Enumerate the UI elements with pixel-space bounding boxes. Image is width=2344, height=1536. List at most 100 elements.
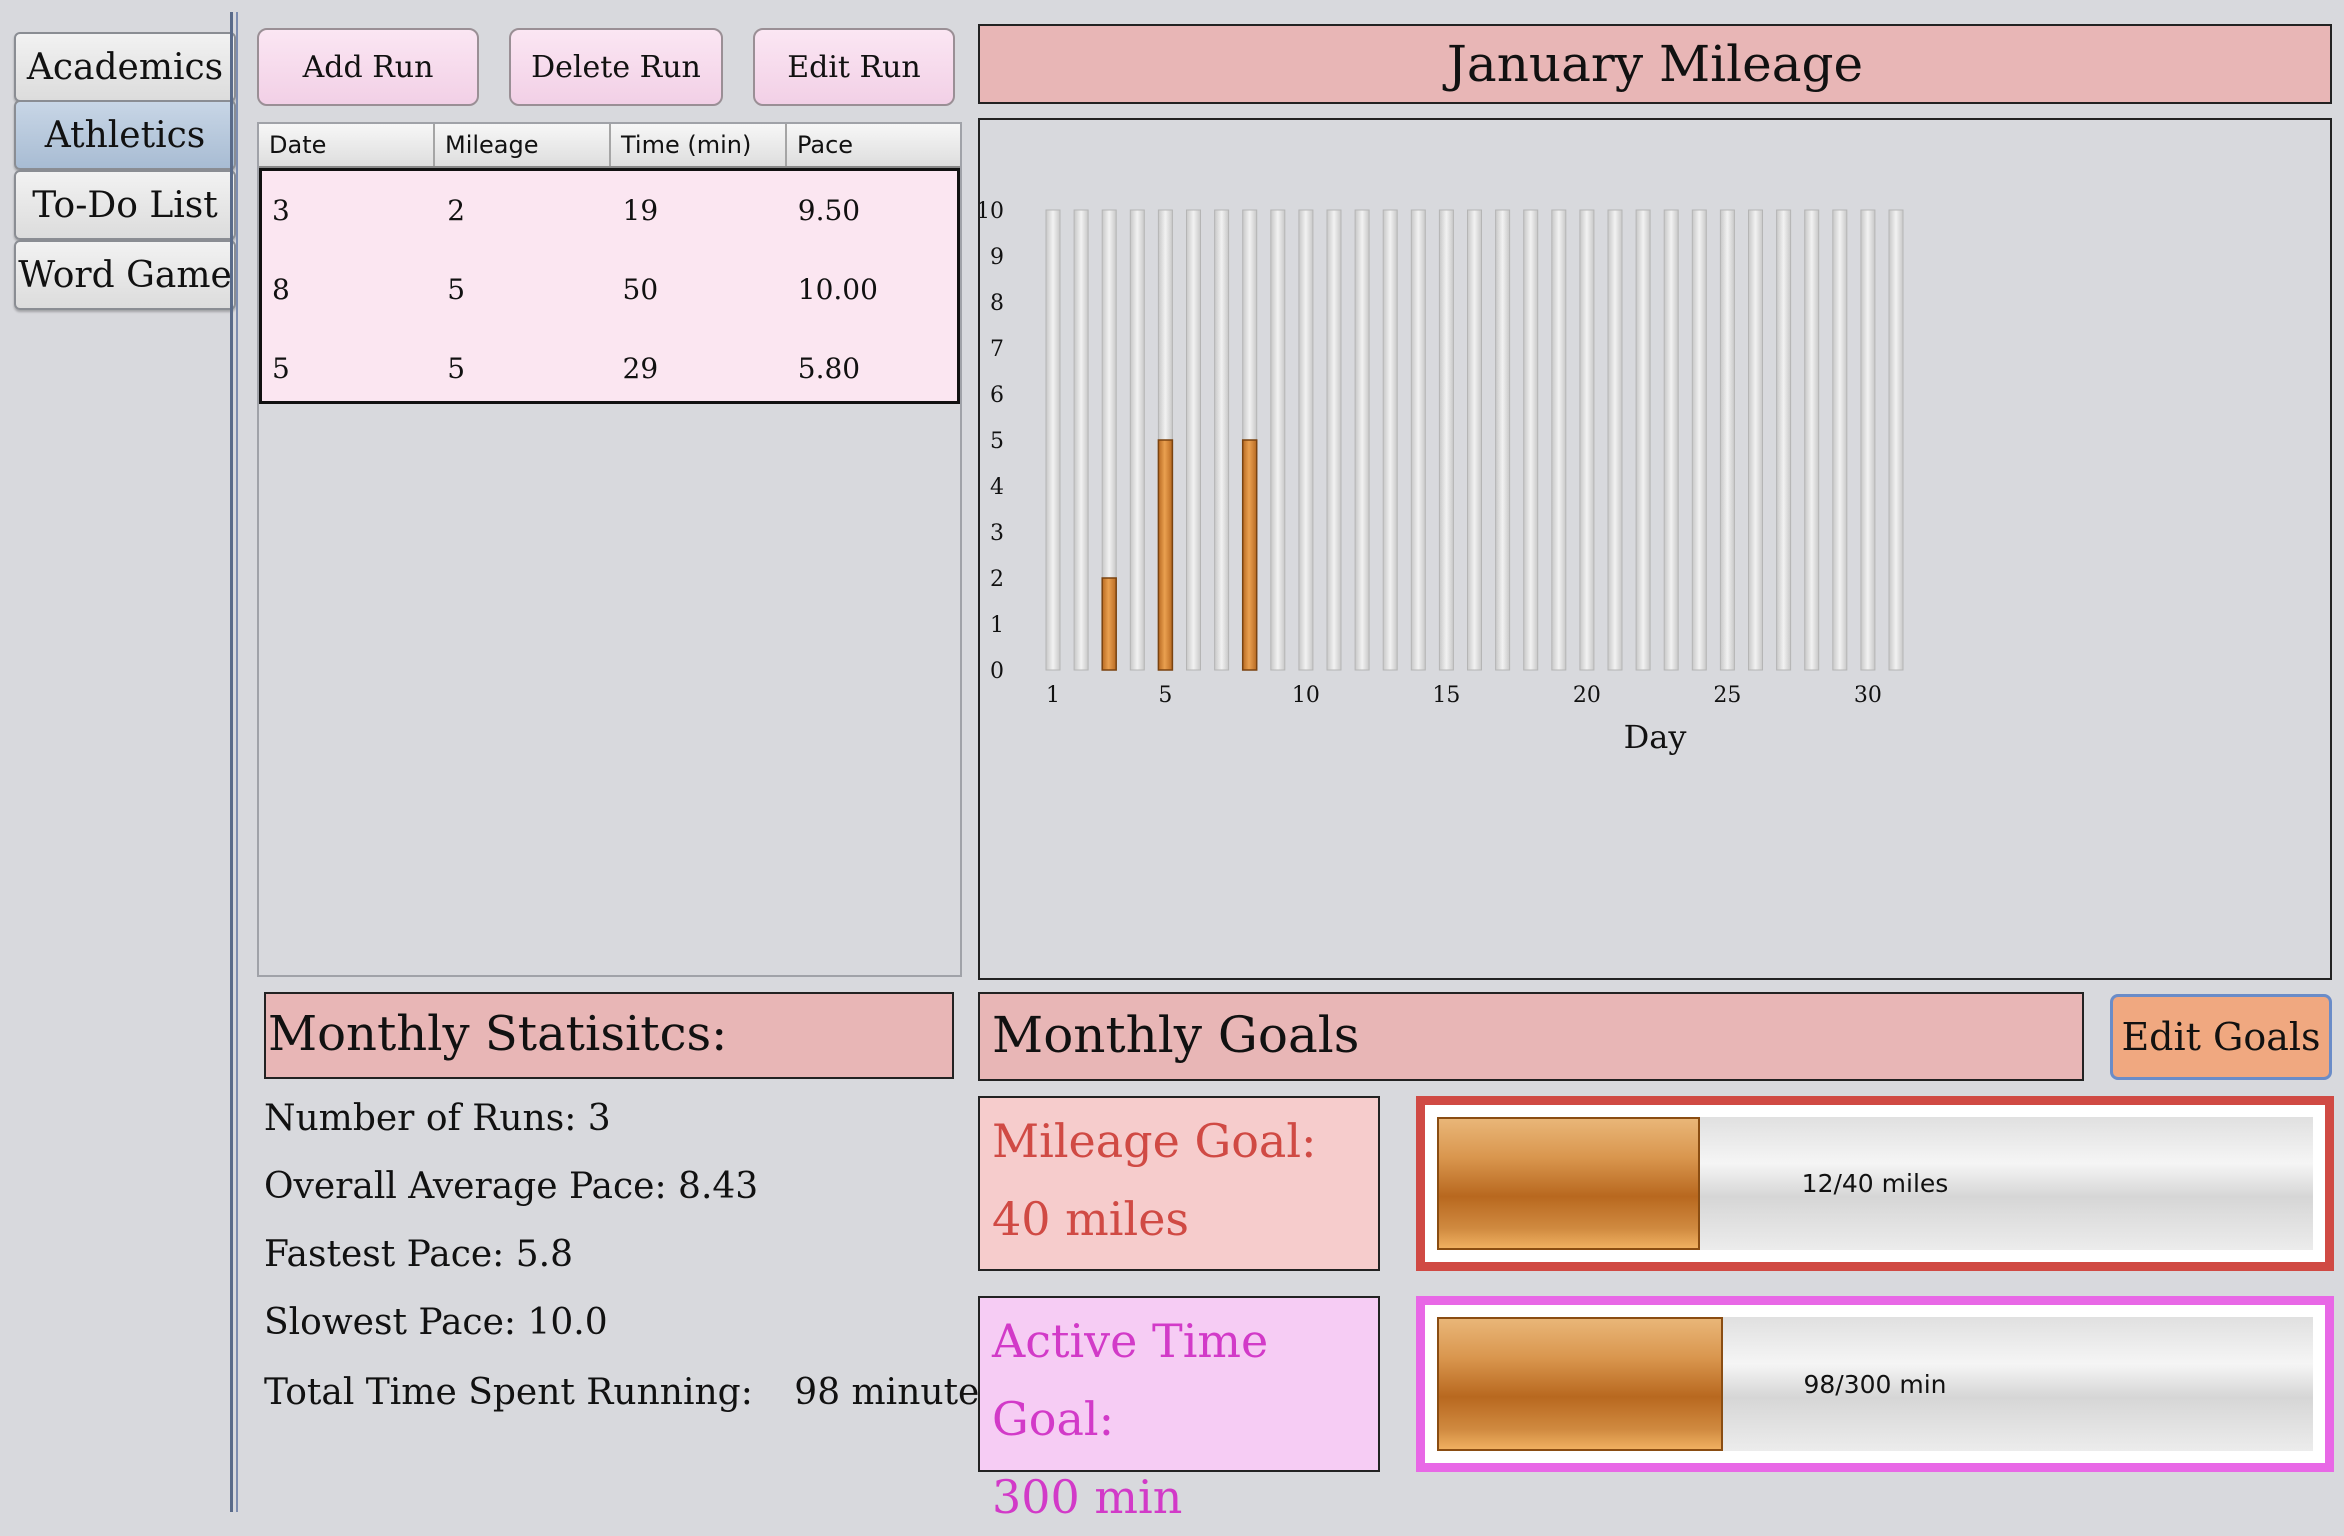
y-tick-label: 1 [990,613,1004,638]
mileage-chart-svg: 0123456789101 5 10 15 20 25 30Day [976,199,1904,756]
cell-time: 19 [622,194,659,227]
bar-track [1551,209,1567,671]
active-time-progress-track: 98/300 min [1437,1317,2313,1451]
column-header-pace[interactable]: Pace [787,124,960,166]
y-tick-label: 2 [990,567,1004,592]
y-tick-label: 6 [990,383,1004,408]
bar-track [1298,209,1314,671]
cell-time: 29 [622,352,659,385]
chart-bar [1241,439,1258,671]
chart-title: January Mileage [978,24,2332,104]
y-tick-label: 4 [990,475,1004,500]
tab-divider [230,12,233,1512]
y-tick-label: 3 [990,521,1004,546]
cell-date: 5 [272,352,290,385]
bar-track [1579,209,1595,671]
stat-slowest-pace: Slowest Pace: 10.0 [264,1302,608,1343]
cell-date: 3 [272,194,290,227]
delete-run-button[interactable]: Delete Run [509,28,723,106]
bar-track [1045,209,1061,671]
stat-total-time-label: Total Time Spent Running: [264,1372,753,1413]
active-time-progress-text: 98/300 min [1803,1369,1947,1399]
cell-pace: 10.00 [797,273,878,306]
y-tick-label: 9 [990,245,1004,270]
bar-track [1073,209,1089,671]
stat-fastest-pace: Fastest Pace: 5.8 [264,1234,573,1275]
tab-to-do-list[interactable]: To-Do List [14,170,236,240]
bar-track [1804,209,1820,671]
stat-total-time-value: 98 minutes [794,1372,998,1413]
tab-divider-shadow [236,12,238,1512]
y-tick-label: 7 [990,337,1004,362]
bar-track [1832,209,1848,671]
table-row[interactable]: 8 5 50 10.00 [262,250,957,329]
bar-track [1410,209,1426,671]
stat-average-pace: Overall Average Pace: 8.43 [264,1166,759,1207]
y-tick-label: 5 [990,429,1004,454]
column-header-date[interactable]: Date [259,124,435,166]
cell-mileage: 5 [447,352,466,385]
bar-track [1719,209,1735,671]
bar-track [1354,209,1370,671]
column-header-mileage[interactable]: Mileage [435,124,611,166]
x-tick-label: 5 [1158,683,1172,708]
cell-mileage: 2 [447,194,466,227]
bar-track [1691,209,1707,671]
goals-header: Monthly Goals [978,992,2084,1081]
mileage-goal-card: Mileage Goal: 40 miles [978,1096,1380,1271]
cell-pace: 9.50 [797,194,861,227]
bar-track [1635,209,1651,671]
tab-word-game[interactable]: Word Game [14,240,236,310]
bar-track [1129,209,1145,671]
stat-total-time: Total Time Spent Running: 98 minutes [264,1372,998,1413]
cell-mileage: 5 [447,273,466,306]
mileage-goal-value: 40 miles [992,1192,1190,1246]
x-tick-label: 30 [1854,683,1882,708]
bar-track [1438,209,1454,671]
bar-track [1326,209,1342,671]
bar-track [1214,209,1230,671]
edit-goals-button[interactable]: Edit Goals [2110,994,2332,1080]
column-header-time[interactable]: Time (min) [611,124,787,166]
bar-track [1495,209,1511,671]
active-time-progress-bar: 98/300 min [1416,1296,2334,1472]
bar-track [1888,209,1904,671]
bar-track [1663,209,1679,671]
chart-bar [1101,577,1117,671]
bar-track [1382,209,1398,671]
bar-track [1607,209,1623,671]
x-axis-label: Day [1624,718,1687,756]
cell-pace: 5.80 [797,352,861,385]
x-tick-label: 10 [1292,683,1320,708]
cell-date: 8 [272,273,290,306]
x-tick-label: 25 [1713,683,1741,708]
bar-track [1467,209,1482,671]
bar-track [1776,209,1792,671]
x-tick-label: 20 [1573,683,1601,708]
mileage-progress-bar: 12/40 miles [1416,1096,2334,1271]
bar-track [1748,209,1763,671]
x-tick-label: 15 [1432,683,1460,708]
mileage-chart: 0 1 2 3 4 5 6 7 8 9 10 1 5 10 15 20 25 30 Day [976,118,2332,980]
mileage-progress-track: 12/40 miles [1437,1117,2313,1250]
active-time-goal-label: Active Time Goal: [992,1314,1269,1446]
table-row[interactable]: 3 2 19 9.50 [262,171,957,250]
runs-table[interactable]: Date Mileage Time (min) Pace 3 2 19 9.50… [257,122,962,977]
edit-run-button[interactable]: Edit Run [753,28,955,106]
statistics-header: Monthly Statisitcs: [264,992,954,1079]
y-tick-label: 10 [980,199,1004,224]
chart-bar [1157,439,1174,671]
stat-number-of-runs: Number of Runs: 3 [264,1098,611,1139]
tab-academics[interactable]: Academics [14,32,236,102]
table-header: Date Mileage Time (min) Pace [259,124,960,168]
y-tick-label: 0 [990,659,1004,684]
x-tick-label: 1 [1046,683,1060,708]
add-run-button[interactable]: Add Run [257,28,479,106]
cell-time: 50 [622,273,659,306]
bar-track [1860,209,1876,671]
bar-track [1186,209,1201,671]
tab-athletics[interactable]: Athletics [14,100,236,170]
table-row[interactable]: 5 5 29 5.80 [262,329,957,408]
bar-track [1523,209,1539,671]
bar-track [1270,209,1286,671]
